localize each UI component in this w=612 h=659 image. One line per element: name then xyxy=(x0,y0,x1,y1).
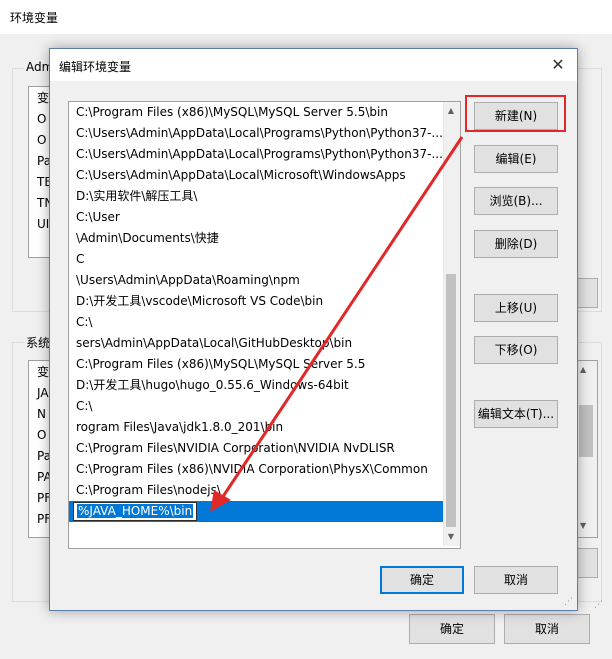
red-arrow-annotation xyxy=(210,136,464,512)
